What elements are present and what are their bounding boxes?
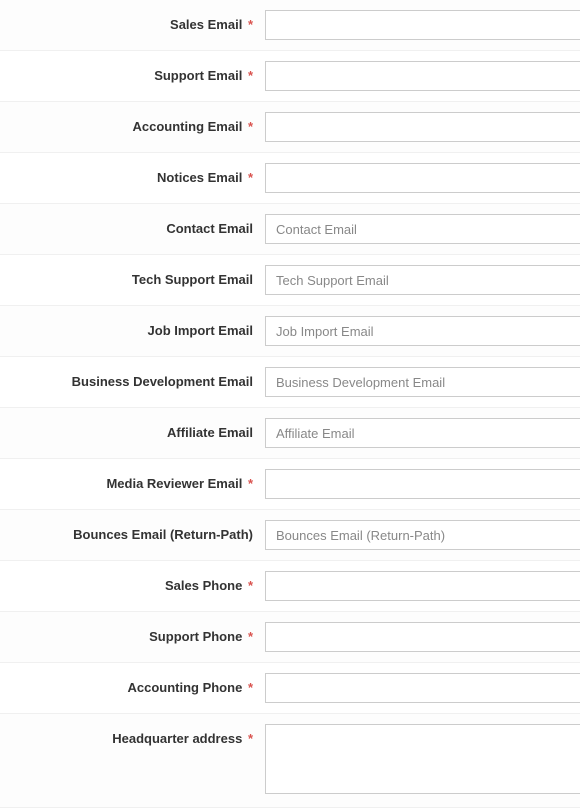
label-text: Tech Support Email (132, 272, 253, 287)
label-text: Accounting Phone (127, 680, 242, 695)
label-headquarter-address: Headquarter address * (0, 724, 265, 746)
required-marker: * (248, 578, 253, 593)
label-text: Support Phone (149, 629, 242, 644)
label-contact-email: Contact Email (0, 214, 265, 236)
input-wrap (265, 571, 580, 601)
input-wrap (265, 520, 580, 550)
label-text: Notices Email (157, 170, 242, 185)
label-text: Business Development Email (72, 374, 253, 389)
label-affiliate-email: Affiliate Email (0, 418, 265, 440)
form-row-affiliate-email: Affiliate Email (0, 408, 580, 459)
job-import-email-input[interactable] (265, 316, 580, 346)
form-row-bounces-email: Bounces Email (Return-Path) (0, 510, 580, 561)
settings-form: Sales Email * Support Email * Accounting… (0, 0, 580, 808)
label-media-reviewer-email: Media Reviewer Email * (0, 469, 265, 491)
label-bounces-email: Bounces Email (Return-Path) (0, 520, 265, 542)
form-row-sales-phone: Sales Phone * (0, 561, 580, 612)
label-text: Contact Email (166, 221, 253, 236)
support-phone-input[interactable] (265, 622, 580, 652)
input-wrap (265, 367, 580, 397)
input-wrap (265, 214, 580, 244)
form-row-support-email: Support Email * (0, 51, 580, 102)
required-marker: * (248, 476, 253, 491)
tech-support-email-input[interactable] (265, 265, 580, 295)
label-text: Support Email (154, 68, 242, 83)
headquarter-address-input[interactable] (265, 724, 580, 794)
contact-email-input[interactable] (265, 214, 580, 244)
sales-phone-input[interactable] (265, 571, 580, 601)
label-notices-email: Notices Email * (0, 163, 265, 185)
input-wrap (265, 316, 580, 346)
accounting-email-input[interactable] (265, 112, 580, 142)
required-marker: * (248, 731, 253, 746)
affiliate-email-input[interactable] (265, 418, 580, 448)
form-row-accounting-phone: Accounting Phone * (0, 663, 580, 714)
form-row-media-reviewer-email: Media Reviewer Email * (0, 459, 580, 510)
required-marker: * (248, 68, 253, 83)
required-marker: * (248, 170, 253, 185)
form-row-support-phone: Support Phone * (0, 612, 580, 663)
label-sales-email: Sales Email * (0, 10, 265, 32)
sales-email-input[interactable] (265, 10, 580, 40)
label-accounting-email: Accounting Email * (0, 112, 265, 134)
label-text: Bounces Email (Return-Path) (73, 527, 253, 542)
input-wrap (265, 469, 580, 499)
form-row-sales-email: Sales Email * (0, 0, 580, 51)
media-reviewer-email-input[interactable] (265, 469, 580, 499)
business-dev-email-input[interactable] (265, 367, 580, 397)
form-row-job-import-email: Job Import Email (0, 306, 580, 357)
input-wrap (265, 673, 580, 703)
label-business-dev-email: Business Development Email (0, 367, 265, 389)
label-sales-phone: Sales Phone * (0, 571, 265, 593)
required-marker: * (248, 680, 253, 695)
label-tech-support-email: Tech Support Email (0, 265, 265, 287)
accounting-phone-input[interactable] (265, 673, 580, 703)
input-wrap (265, 418, 580, 448)
label-support-email: Support Email * (0, 61, 265, 83)
form-row-notices-email: Notices Email * (0, 153, 580, 204)
input-wrap (265, 724, 580, 797)
required-marker: * (248, 17, 253, 32)
label-text: Media Reviewer Email (106, 476, 242, 491)
input-wrap (265, 265, 580, 295)
label-job-import-email: Job Import Email (0, 316, 265, 338)
label-support-phone: Support Phone * (0, 622, 265, 644)
notices-email-input[interactable] (265, 163, 580, 193)
input-wrap (265, 112, 580, 142)
label-text: Job Import Email (148, 323, 253, 338)
input-wrap (265, 10, 580, 40)
input-wrap (265, 163, 580, 193)
label-text: Accounting Email (133, 119, 243, 134)
form-row-business-dev-email: Business Development Email (0, 357, 580, 408)
input-wrap (265, 622, 580, 652)
label-text: Affiliate Email (167, 425, 253, 440)
form-row-contact-email: Contact Email (0, 204, 580, 255)
required-marker: * (248, 629, 253, 644)
label-text: Sales Email (170, 17, 242, 32)
bounces-email-input[interactable] (265, 520, 580, 550)
label-accounting-phone: Accounting Phone * (0, 673, 265, 695)
support-email-input[interactable] (265, 61, 580, 91)
form-row-headquarter-address: Headquarter address * (0, 714, 580, 808)
input-wrap (265, 61, 580, 91)
label-text: Sales Phone (165, 578, 242, 593)
required-marker: * (248, 119, 253, 134)
form-row-tech-support-email: Tech Support Email (0, 255, 580, 306)
label-text: Headquarter address (112, 731, 242, 746)
form-row-accounting-email: Accounting Email * (0, 102, 580, 153)
